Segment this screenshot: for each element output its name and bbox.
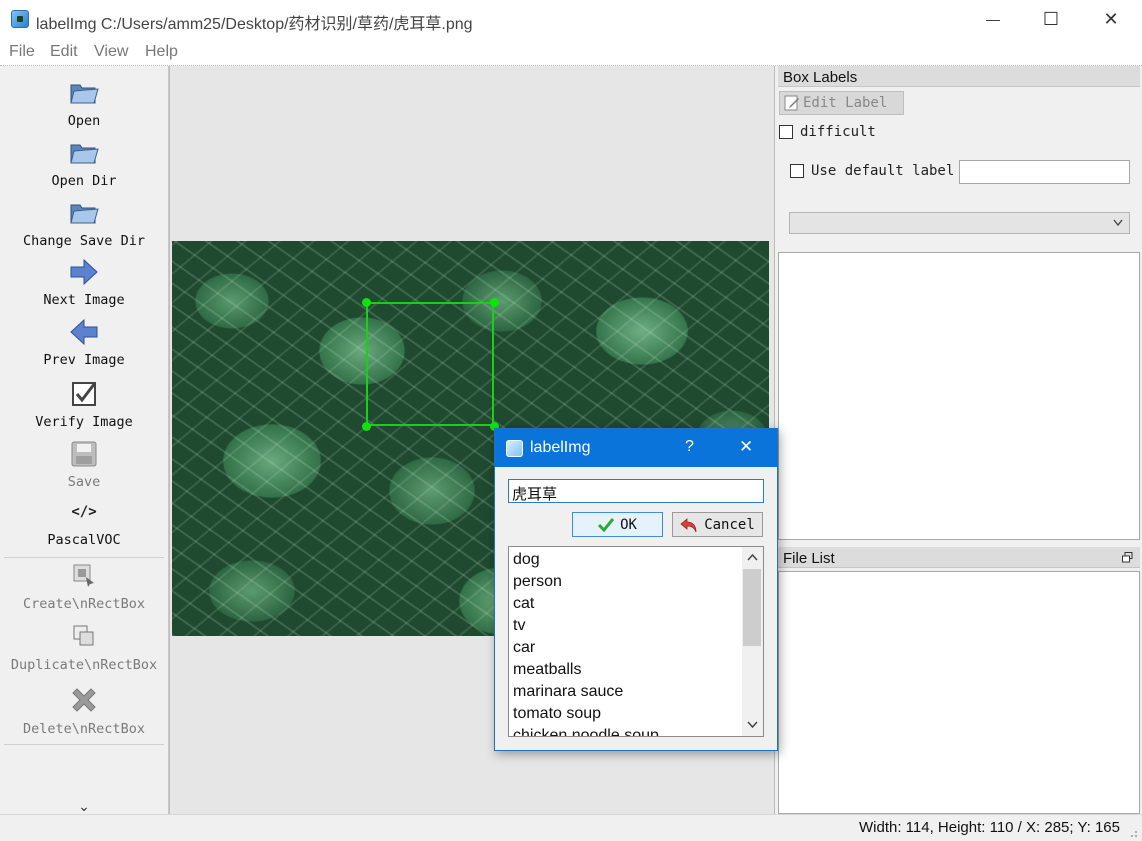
duplicate-rectbox-label: Duplicate\nRectBox [10, 657, 158, 673]
close-icon[interactable]: ✕ [739, 437, 753, 457]
difficult-label: difficult [800, 124, 876, 140]
list-item[interactable]: person [513, 573, 562, 591]
checkmark-icon [598, 517, 615, 532]
edit-label-button[interactable]: Edit Label [779, 91, 904, 115]
label-input[interactable]: 虎耳草 [508, 479, 764, 503]
dialog-title: labelImg [530, 439, 591, 456]
list-item[interactable]: chicken noodle soup [513, 727, 659, 736]
create-rect-icon [73, 564, 94, 587]
file-list[interactable] [778, 571, 1140, 814]
use-default-label-checkbox[interactable] [790, 164, 804, 178]
change-save-dir-button[interactable]: Change Save Dir [0, 196, 168, 252]
format-button[interactable]: </> PascalVOC [0, 502, 168, 554]
delete-rectbox-label: Delete\nRectBox [23, 721, 145, 737]
save-button[interactable]: Save [0, 438, 168, 494]
save-label: Save [67, 474, 101, 490]
float-dock-icon[interactable] [1122, 552, 1133, 563]
create-rectbox-label: Create\nRectBox [23, 596, 145, 612]
change-save-dir-label: Change Save Dir [23, 233, 145, 249]
arrow-right-icon [70, 258, 98, 286]
cancel-button[interactable]: Cancel [672, 512, 763, 537]
chevron-down-icon: ⌄ [78, 798, 90, 814]
list-item[interactable]: tomato soup [513, 705, 601, 723]
bounding-box[interactable] [366, 302, 494, 426]
prev-image-label: Prev Image [43, 352, 125, 368]
format-label: PascalVOC [47, 532, 121, 548]
toolbar-separator [4, 744, 164, 745]
bbox-handle-bottom-left[interactable] [362, 422, 371, 431]
folder-open-icon [70, 84, 99, 104]
status-text: Width: 114, Height: 110 / X: 285; Y: 165 [858, 819, 1120, 836]
ok-label: OK [620, 516, 637, 533]
chevron-down-icon [1113, 219, 1123, 227]
cancel-label: Cancel [704, 516, 755, 533]
edit-label-text: Edit Label [803, 95, 888, 111]
dialog-title-bar: labelImg ? ✕ [495, 429, 777, 467]
open-button[interactable]: Open [0, 76, 168, 132]
menu-file[interactable]: File [9, 43, 35, 61]
default-label-input[interactable] [959, 160, 1130, 184]
undo-arrow-icon [680, 517, 697, 532]
open-dir-label: Open Dir [51, 173, 117, 189]
ok-button[interactable]: OK [572, 512, 663, 537]
arrow-left-icon [70, 318, 98, 346]
list-item[interactable]: dog [513, 551, 540, 569]
label-combobox[interactable] [789, 212, 1130, 234]
scrollbar-thumb[interactable] [743, 569, 761, 646]
help-icon[interactable]: ? [685, 438, 694, 456]
window-title: labelImg C:/Users/amm25/Desktop/药材识别/草药/… [36, 16, 473, 33]
delete-rectbox-button[interactable]: Delete\nRectBox [0, 684, 168, 740]
open-label: Open [67, 113, 101, 129]
minimize-icon: — [986, 11, 1000, 27]
menu-help[interactable]: Help [145, 43, 178, 61]
create-rectbox-button[interactable]: Create\nRectBox [0, 563, 168, 615]
code-icon: </> [71, 504, 97, 520]
minimize-button[interactable]: — [964, 0, 1022, 38]
duplicate-icon [73, 625, 94, 646]
maximize-button[interactable]: ☐ [1022, 0, 1080, 38]
folder-open-icon [70, 144, 99, 164]
use-default-label-text: Use default label [811, 163, 955, 179]
file-list-title: File List [778, 547, 1140, 568]
delete-x-icon [72, 688, 96, 712]
list-item[interactable]: tv [513, 617, 525, 635]
scroll-up-icon[interactable] [747, 553, 758, 561]
next-image-label: Next Image [43, 292, 125, 308]
list-item[interactable]: car [513, 639, 535, 657]
close-icon: ✕ [1103, 8, 1119, 29]
menu-edit[interactable]: Edit [50, 43, 78, 61]
toolbar-separator [4, 557, 164, 558]
scroll-down-icon[interactable] [747, 721, 758, 729]
verify-image-button[interactable]: Verify Image [0, 378, 168, 434]
close-button[interactable]: ✕ [1082, 0, 1140, 38]
list-item[interactable]: meatballs [513, 661, 581, 679]
toolbar-extension-button[interactable]: ⌄ [0, 798, 168, 814]
label-list[interactable] [778, 252, 1140, 540]
list-item[interactable]: cat [513, 595, 534, 613]
edit-pencil-icon [784, 95, 799, 111]
box-labels-title: Box Labels [778, 66, 1140, 87]
bbox-handle-top-right[interactable] [490, 298, 499, 307]
verify-image-label: Verify Image [35, 414, 133, 430]
menu-view[interactable]: View [94, 43, 128, 61]
difficult-checkbox[interactable] [779, 125, 793, 139]
app-icon [506, 440, 523, 457]
toolbar: Open Open Dir Change Save Dir Next Image… [0, 66, 169, 814]
open-dir-button[interactable]: Open Dir [0, 136, 168, 192]
list-item[interactable]: marinara sauce [513, 683, 623, 701]
duplicate-rectbox-button[interactable]: Duplicate\nRectBox [0, 624, 168, 676]
prev-image-button[interactable]: Prev Image [0, 316, 168, 372]
resize-grip-icon[interactable] [1126, 828, 1138, 838]
next-image-button[interactable]: Next Image [0, 256, 168, 312]
folder-open-icon [70, 204, 99, 224]
app-icon [11, 10, 29, 28]
bbox-handle-top-left[interactable] [362, 298, 371, 307]
maximize-icon: ☐ [1042, 8, 1060, 29]
checkbox-icon [72, 382, 97, 406]
floppy-disk-icon [71, 441, 97, 467]
